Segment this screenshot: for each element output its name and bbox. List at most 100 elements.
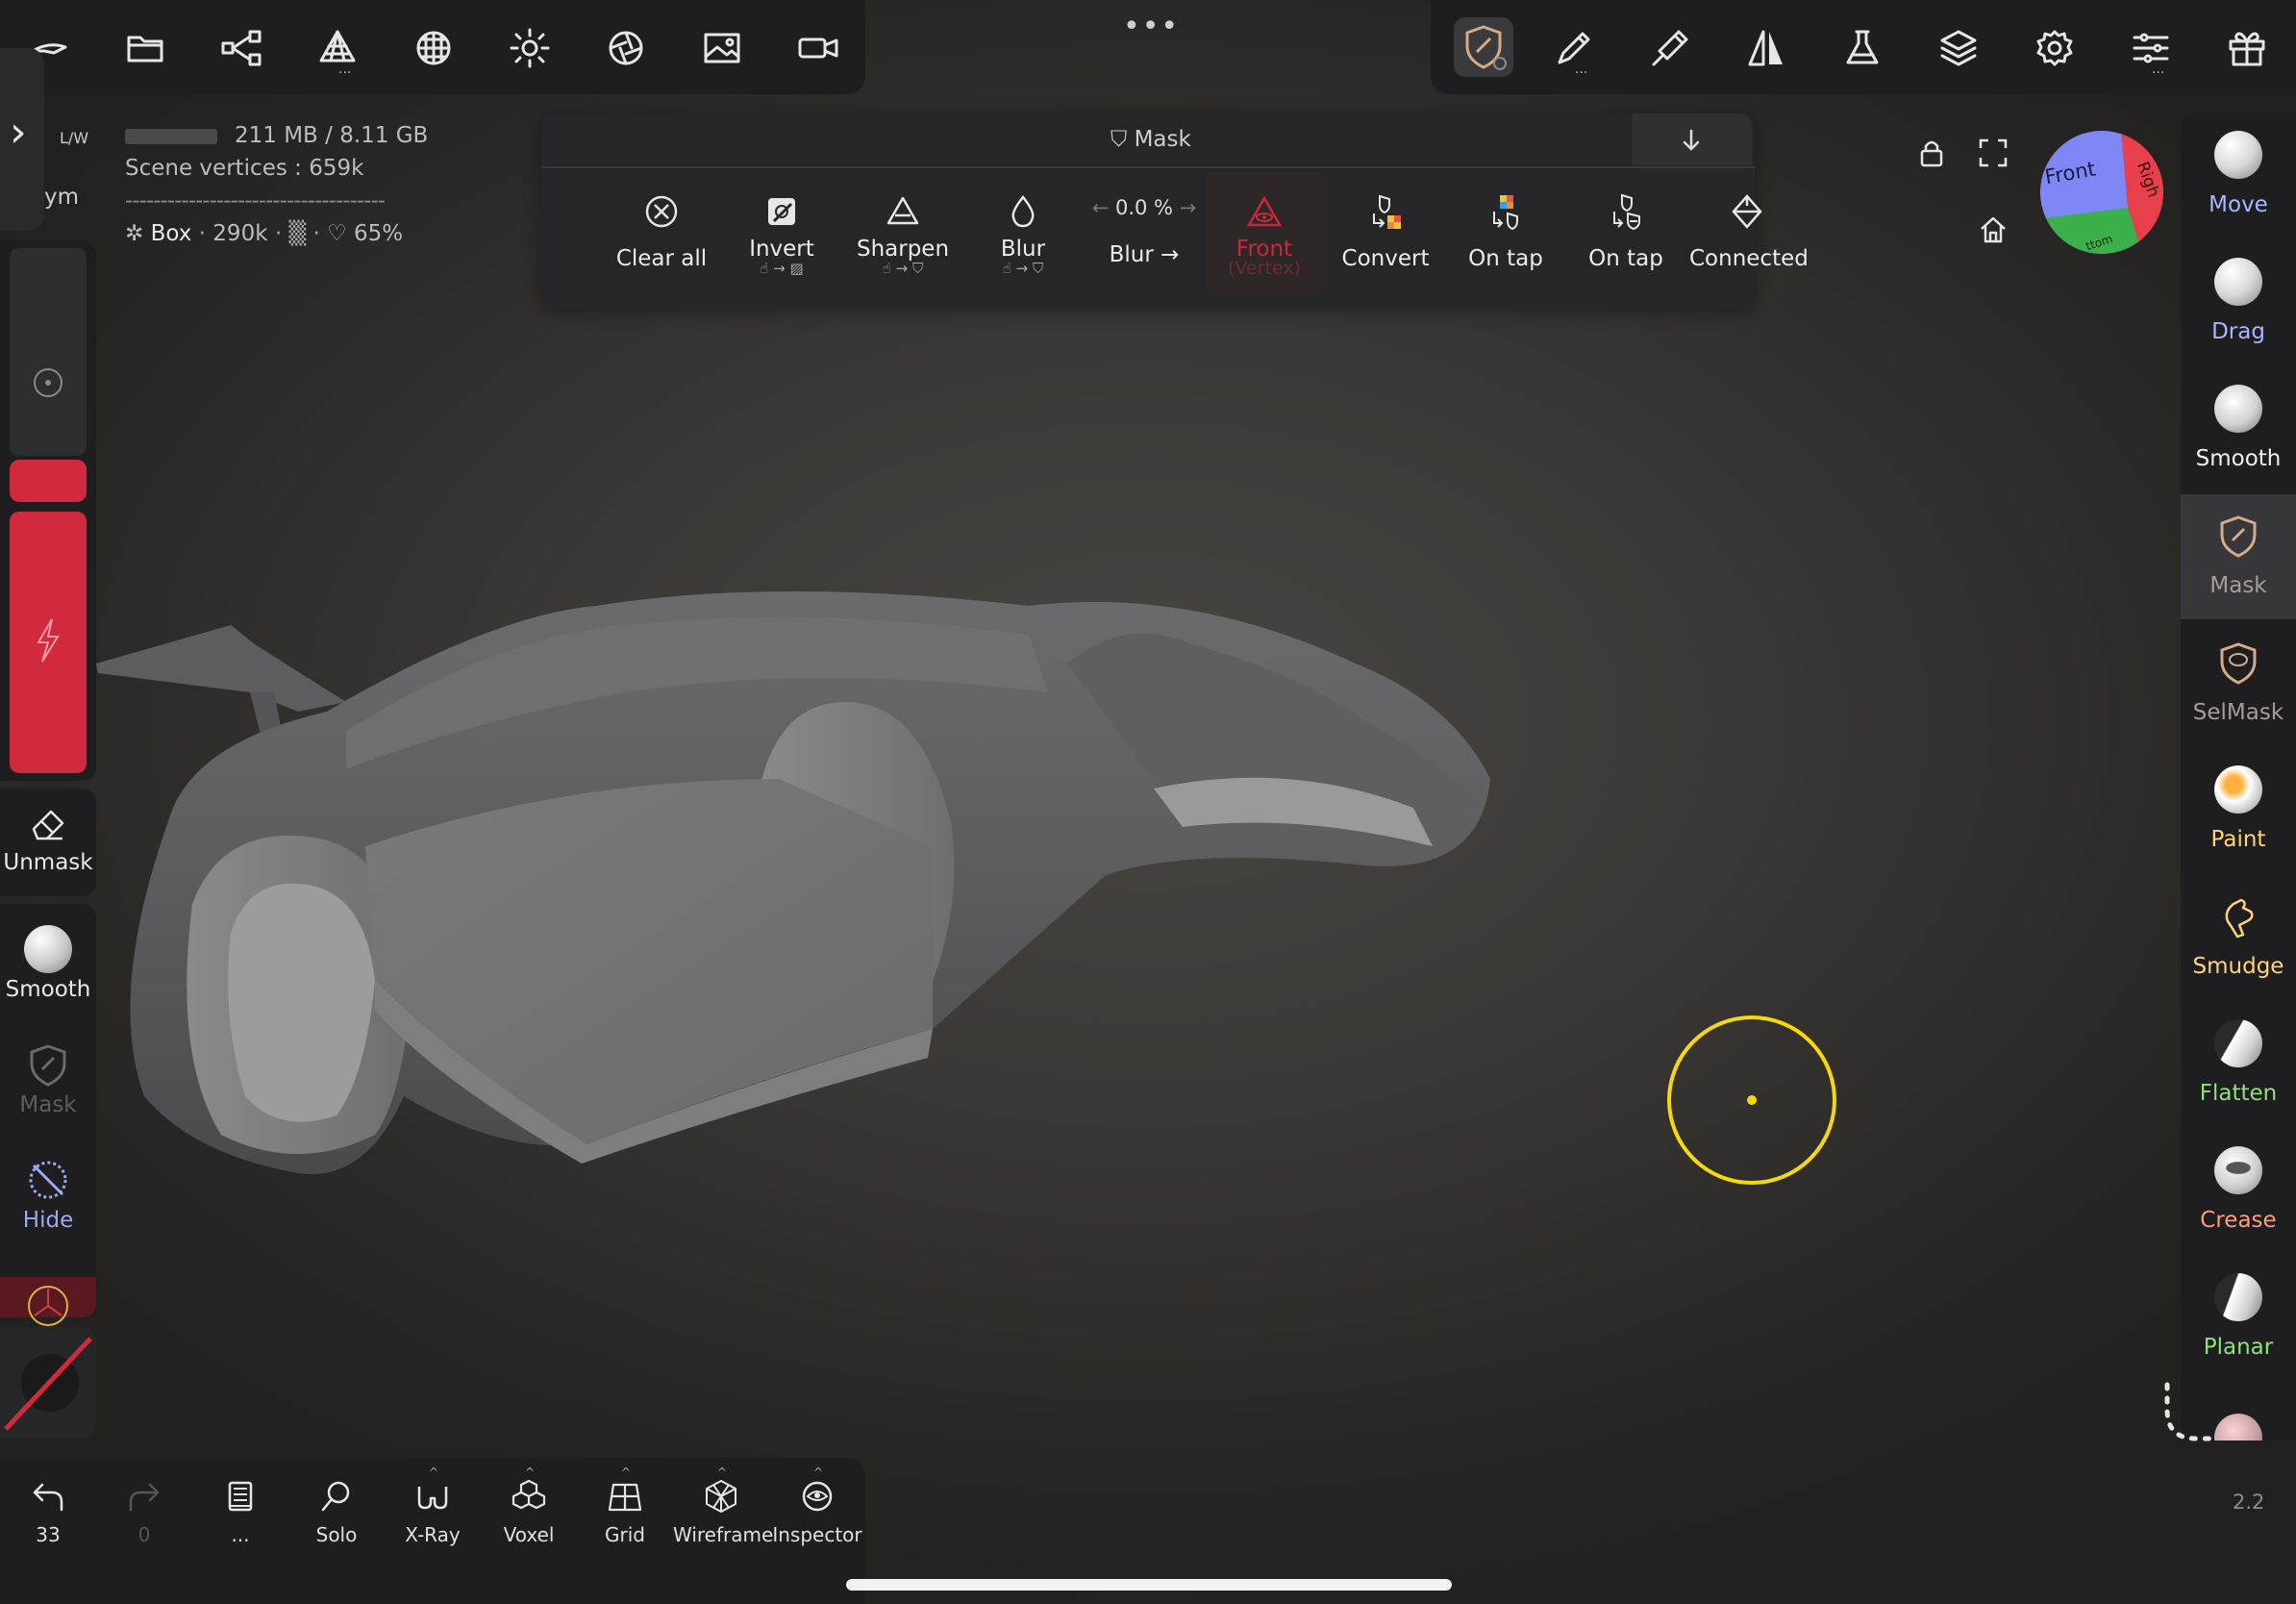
tool-planar[interactable]: Planar: [2181, 1256, 2296, 1381]
invert-mask-button[interactable]: Invert ☝ → ▨: [724, 192, 839, 277]
pen-icon[interactable]: [1646, 24, 1694, 72]
mask-tool-icon[interactable]: [1454, 17, 1513, 77]
redo-icon: [125, 1477, 163, 1516]
redo-button[interactable]: 0: [96, 1477, 192, 1546]
flask-icon[interactable]: [1838, 24, 1886, 72]
planar-sphere-icon: [2214, 1273, 2262, 1321]
wireframe-icon: [702, 1477, 740, 1516]
memory-usage: 211 MB / 8.11 GB: [235, 123, 429, 148]
cubes-icon: [510, 1477, 548, 1516]
object-info[interactable]: ✲ Box · 290k · ▒ · ♡ 65%: [125, 217, 428, 250]
tool-smooth[interactable]: Smooth: [2181, 367, 2296, 492]
sphere-icon[interactable]: [410, 24, 458, 72]
no-color-slash-icon: [4, 1337, 92, 1431]
mask-quick-tool[interactable]: Mask: [0, 1040, 96, 1117]
smooth-quick-tool[interactable]: Smooth: [0, 925, 96, 1002]
blur-amount-slider[interactable]: ← 0.0 % → Blur →: [1086, 192, 1202, 267]
mask-shield-icon: [30, 1044, 66, 1087]
front-vertex-mask-button[interactable]: Front (Vertex): [1207, 171, 1322, 296]
settings-icon[interactable]: [2031, 24, 2079, 72]
drag-sphere-icon: [2214, 258, 2262, 306]
eye-triangle-icon: [1245, 192, 1284, 231]
tool-smudge[interactable]: Smudge: [2181, 875, 2296, 1000]
sharpen-triangle-icon: [884, 192, 922, 231]
sculpt-model-car[interactable]: [87, 558, 1759, 1212]
tool-flatten[interactable]: Flatten: [2181, 1002, 2296, 1127]
layers-icon[interactable]: [1934, 24, 1983, 72]
share-icon[interactable]: [217, 24, 265, 72]
collapse-panel-button[interactable]: [1632, 113, 1752, 165]
wireframe-button[interactable]: ^ Wireframe: [673, 1466, 773, 1546]
symmetry-icon[interactable]: [1742, 24, 1790, 72]
lock-icon[interactable]: [1915, 137, 1948, 169]
flatten-sphere-icon: [2214, 1019, 2262, 1067]
brush-intensity-slider[interactable]: [10, 512, 87, 773]
move-sphere-icon: [2214, 131, 2262, 179]
clear-circle-icon: [642, 192, 681, 231]
view-cube-gizmo[interactable]: Front Righ ttom: [2036, 131, 2167, 254]
grid-button[interactable]: ^ Grid: [577, 1466, 673, 1546]
video-icon[interactable]: [794, 24, 842, 72]
home-indicator[interactable]: [846, 1579, 1452, 1591]
undo-count: 33: [36, 1523, 61, 1546]
on-tap-paint-mask-button[interactable]: On tap: [1448, 192, 1563, 271]
hide-quick-tool[interactable]: Hide: [0, 1156, 96, 1233]
tool-selmask[interactable]: SelMask: [2181, 621, 2296, 746]
smudge-finger-icon: [2225, 898, 2254, 939]
more-options-icon[interactable]: •••: [1123, 10, 1180, 43]
color-swatch[interactable]: [0, 1327, 96, 1439]
top-toolbar-left: ...: [0, 0, 865, 94]
connected-icon: [1728, 192, 1766, 231]
history-button[interactable]: ...: [192, 1477, 288, 1546]
mesh-icon[interactable]: [313, 24, 362, 72]
tools-scroll-handle[interactable]: [2158, 1381, 2234, 1458]
clear-all-mask-button[interactable]: Clear all: [604, 192, 719, 271]
light-icon[interactable]: [506, 24, 554, 72]
glasses-icon: [413, 1477, 452, 1516]
fullscreen-icon[interactable]: [1977, 137, 2009, 169]
version-label: 2.2: [2233, 1491, 2265, 1514]
tool-drag[interactable]: Drag: [2181, 240, 2296, 365]
inspector-button[interactable]: ^ Inspector: [769, 1466, 865, 1546]
paint-sphere-icon: [2214, 765, 2262, 814]
mesh-object-icon: ✲: [125, 221, 144, 246]
tool-crease[interactable]: Crease: [2181, 1129, 2296, 1254]
search-icon: [317, 1477, 356, 1516]
sharpen-mask-button[interactable]: Sharpen ☝ → ⛉: [845, 192, 961, 277]
tools-panel: Move Drag Smooth Mask SelMask Paint Smud…: [2181, 113, 2296, 1441]
mask-panel-header[interactable]: ⛉ Mask: [541, 113, 1755, 168]
mask-to-mask-icon: [1607, 192, 1645, 231]
redo-count: 0: [137, 1523, 151, 1546]
unmask-tool[interactable]: Unmask: [0, 789, 96, 896]
tool-paint[interactable]: Paint: [2181, 748, 2296, 873]
blur-amount-value: 0.0 %: [1114, 196, 1174, 219]
camera-lens-icon[interactable]: [602, 24, 650, 72]
gift-icon[interactable]: [2223, 24, 2271, 72]
eraser-icon: [32, 810, 64, 840]
undo-button[interactable]: 33: [0, 1477, 96, 1546]
bottom-toolbar: 33 0 ... Solo ^ X-Ray ^ Voxel ^ Grid ^ W…: [0, 1458, 865, 1604]
image-icon[interactable]: [698, 24, 746, 72]
connected-mask-button[interactable]: Connected: [1689, 192, 1809, 271]
blur-mask-button[interactable]: Blur ☝ → ⛉: [965, 192, 1081, 277]
lightning-icon: [37, 618, 60, 663]
mask-percent: 65%: [354, 221, 404, 246]
home-view-icon[interactable]: [1977, 213, 2009, 246]
smooth-sphere-icon: [2214, 385, 2262, 433]
side-panel-toggle[interactable]: ›: [0, 48, 44, 231]
on-tap-mask-button[interactable]: On tap: [1568, 192, 1684, 271]
brush-icon[interactable]: [1550, 24, 1598, 72]
folder-icon[interactable]: [121, 24, 169, 72]
object-name: Box: [150, 221, 192, 246]
xray-button[interactable]: ^ X-Ray: [385, 1466, 481, 1546]
tool-mask[interactable]: Mask: [2181, 494, 2296, 619]
voxel-button[interactable]: ^ Voxel: [481, 1466, 577, 1546]
gizmo-tool[interactable]: [0, 1277, 96, 1326]
tool-move[interactable]: Move: [2181, 113, 2296, 238]
solo-button[interactable]: Solo: [288, 1477, 385, 1546]
sliders-icon[interactable]: [2127, 24, 2175, 72]
convert-mask-button[interactable]: Convert: [1328, 192, 1443, 271]
mask-shield-icon: [2220, 515, 2257, 558]
brush-radius-slider[interactable]: [10, 248, 87, 456]
undo-icon: [29, 1477, 67, 1516]
